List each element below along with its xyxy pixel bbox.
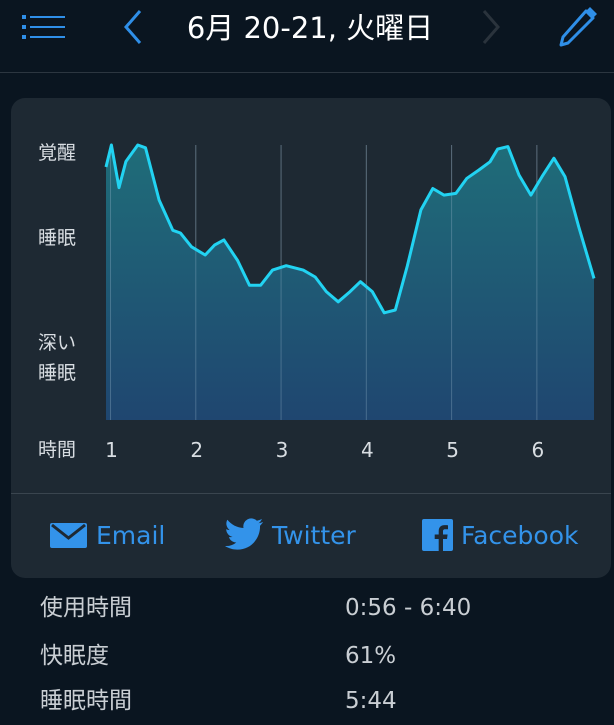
stat-value-sleep-duration: 5:44 xyxy=(345,688,397,714)
sleep-area xyxy=(106,145,594,420)
menu-button[interactable] xyxy=(22,12,66,42)
share-email-button[interactable]: Email xyxy=(50,515,165,555)
divider xyxy=(11,493,611,494)
stat-label-usage-time: 使用時間 xyxy=(40,595,132,621)
share-facebook-label: Facebook xyxy=(461,520,579,550)
level-label-sleep: 睡眠 xyxy=(38,227,77,249)
x-tick-label: 5 xyxy=(446,438,459,462)
x-axis-label: 時間 xyxy=(38,439,77,461)
x-tick-label: 6 xyxy=(531,438,545,462)
stat-value-usage-time: 0:56 - 6:40 xyxy=(345,595,472,621)
next-day-button[interactable] xyxy=(474,8,508,48)
envelope-icon xyxy=(50,523,87,548)
header-bar: 6月 20-21, 火曜日 xyxy=(0,0,614,73)
list-icon xyxy=(22,15,65,39)
date-title: 6月 20-21, 火曜日 xyxy=(186,11,434,45)
level-label-deep-2: 睡眠 xyxy=(38,362,77,384)
level-label-awake: 覚醒 xyxy=(38,142,77,164)
facebook-icon xyxy=(422,519,453,551)
stat-label-sleep-duration: 睡眠時間 xyxy=(40,688,132,714)
sleep-chart xyxy=(104,143,596,420)
previous-day-button[interactable] xyxy=(118,8,152,48)
twitter-bird-icon xyxy=(225,518,263,550)
level-label-deep-1: 深い xyxy=(38,332,77,354)
stat-value-sleep-quality: 61% xyxy=(345,643,397,669)
stat-label-sleep-quality: 快眠度 xyxy=(40,643,109,669)
x-tick-label: 1 xyxy=(105,438,118,462)
share-twitter-button[interactable]: Twitter xyxy=(224,515,356,555)
x-tick-label: 3 xyxy=(275,438,289,462)
chevron-left-icon xyxy=(124,10,142,44)
share-twitter-label: Twitter xyxy=(272,520,356,550)
chevron-right-icon xyxy=(482,10,500,44)
edit-button[interactable] xyxy=(556,6,598,48)
x-tick-label: 2 xyxy=(190,438,204,462)
share-facebook-button[interactable]: Facebook xyxy=(422,515,578,555)
x-tick-label: 4 xyxy=(360,438,374,462)
share-email-label: Email xyxy=(96,520,166,550)
pencil-icon xyxy=(559,7,597,47)
